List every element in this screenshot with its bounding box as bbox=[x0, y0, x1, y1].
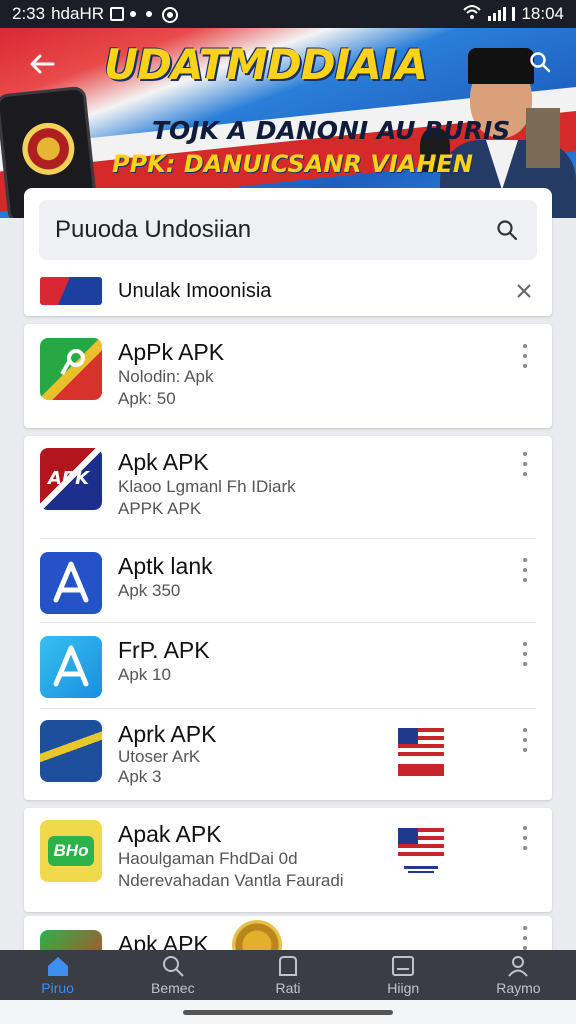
app-name: ApPk APK bbox=[118, 339, 225, 365]
divider bbox=[40, 622, 536, 623]
results-sheet: Unulak Imoonisia ApPk APK Nolodin: Apk A… bbox=[24, 188, 552, 956]
more-options-button[interactable] bbox=[520, 642, 530, 666]
nav-label: Raymo bbox=[496, 979, 541, 996]
arrow-left-icon bbox=[30, 54, 55, 74]
dot-icon bbox=[146, 7, 156, 21]
app-store-icon bbox=[40, 636, 102, 698]
app-size: Apk 10 bbox=[118, 665, 171, 684]
list-item[interactable]: Aprk APK Utoser ArK Apk 3 bbox=[24, 720, 552, 788]
status-time: 2:33 bbox=[12, 4, 46, 23]
gesture-area bbox=[0, 1000, 576, 1024]
close-icon bbox=[517, 284, 531, 298]
library-icon bbox=[279, 955, 297, 976]
app-size: Apk 3 bbox=[118, 767, 162, 786]
nav-search[interactable]: Bemec bbox=[115, 950, 230, 1000]
more-options-button[interactable] bbox=[520, 826, 530, 850]
search-suggestion[interactable]: Unulak Imoonisia bbox=[24, 268, 552, 314]
clear-suggestion-button[interactable] bbox=[512, 279, 536, 303]
search-icon bbox=[497, 220, 518, 241]
app-name: Apak APK bbox=[118, 821, 222, 847]
flag-icon bbox=[40, 277, 102, 305]
app-subtitle-2: Nderevahadan Vantla Fauradi bbox=[118, 871, 344, 890]
account-icon bbox=[508, 955, 529, 977]
more-options-button[interactable] bbox=[520, 558, 530, 582]
nav-account[interactable]: Raymo bbox=[461, 950, 576, 1000]
search-input[interactable] bbox=[55, 216, 493, 244]
nav-home[interactable]: Piruo bbox=[0, 950, 115, 1000]
app-card[interactable]: BHo Apak APK Haoulgaman FhdDai 0d Nderev… bbox=[24, 808, 552, 912]
more-options-button[interactable] bbox=[520, 452, 530, 476]
more-options-button[interactable] bbox=[520, 926, 530, 950]
search-icon bbox=[530, 52, 551, 73]
search-card: Unulak Imoonisia bbox=[24, 188, 552, 316]
list-item[interactable]: APK Apk APK Klaoo Lgmanl Fh IDiark APPK … bbox=[24, 448, 552, 520]
banner-subtitle-2: PPK: DANUICSANR VIAHEN bbox=[112, 150, 473, 178]
signal-icon bbox=[512, 7, 516, 21]
seal-emblem bbox=[19, 120, 77, 178]
search-submit[interactable] bbox=[493, 216, 521, 244]
us-flag-icon bbox=[398, 728, 444, 776]
app-subtitle: Haoulgaman FhdDai 0d bbox=[118, 849, 298, 868]
signal-icon bbox=[488, 7, 507, 21]
nav-label: Piruo bbox=[41, 979, 74, 996]
app-name: FrP. APK bbox=[118, 637, 210, 663]
app-subtitle: Klaoo Lgmanl Fh IDiark bbox=[118, 477, 296, 496]
banner-title: UDATMDDIAIA bbox=[104, 40, 428, 89]
notification-icon bbox=[110, 7, 125, 21]
search-field[interactable] bbox=[39, 200, 537, 260]
nav-label: Hiign bbox=[387, 979, 420, 996]
dot-icon bbox=[130, 7, 140, 21]
app-notification-icon bbox=[162, 7, 179, 23]
back-button[interactable] bbox=[26, 48, 58, 80]
bottom-navigation: Piruo Bemec Rati Hiign Raymo bbox=[0, 950, 576, 1000]
app-subtitle: Utoser ArK bbox=[118, 747, 201, 766]
app-logo-icon bbox=[40, 338, 102, 400]
apk-badge-label: APK bbox=[48, 468, 90, 489]
banner-subtitle: TOJK A DANONI AU RURIS bbox=[152, 116, 511, 145]
us-flag-icon bbox=[398, 828, 444, 873]
more-options-button[interactable] bbox=[520, 344, 530, 368]
app-size: Apk 350 bbox=[118, 581, 181, 600]
list-item[interactable]: BHo Apak APK Haoulgaman FhdDai 0d Nderev… bbox=[24, 820, 552, 892]
search-button[interactable] bbox=[524, 46, 556, 78]
app-name: Aprk APK bbox=[118, 721, 217, 747]
app-list-card: APK Apk APK Klaoo Lgmanl Fh IDiark APPK … bbox=[24, 436, 552, 800]
app-subtitle: Nolodin: Apk bbox=[118, 367, 214, 386]
app-card[interactable]: ApPk APK Nolodin: Apk Apk: 50 bbox=[24, 324, 552, 428]
list-item[interactable]: Aptk lank Apk 350 bbox=[24, 552, 552, 614]
status-time-right: 18:04 bbox=[521, 4, 564, 23]
nav-updates[interactable]: Hiign bbox=[346, 950, 461, 1000]
status-carrier: hdaHR bbox=[51, 4, 105, 23]
home-gesture-bar[interactable] bbox=[183, 1010, 393, 1015]
list-item[interactable]: FrP. APK Apk 10 bbox=[24, 636, 552, 698]
list-item[interactable]: ApPk APK Nolodin: Apk Apk: 50 bbox=[24, 338, 552, 410]
divider bbox=[40, 538, 536, 539]
app-name: Apk APK bbox=[118, 449, 209, 475]
nav-library[interactable]: Rati bbox=[230, 950, 345, 1000]
app-name: Aptk lank bbox=[118, 553, 213, 579]
suggestion-text: Unulak Imoonisia bbox=[118, 279, 272, 302]
nav-label: Rati bbox=[275, 979, 301, 996]
app-logo-icon: APK bbox=[40, 448, 102, 510]
app-size: Apk: 50 bbox=[118, 389, 176, 408]
wifi-icon bbox=[462, 4, 482, 25]
updates-icon bbox=[392, 955, 415, 976]
nav-label: Bemec bbox=[151, 979, 195, 996]
divider bbox=[40, 708, 536, 709]
app-logo-icon: BHo bbox=[40, 820, 102, 882]
app-size: APPK APK bbox=[118, 499, 202, 518]
search-icon bbox=[162, 955, 184, 977]
more-options-button[interactable] bbox=[520, 728, 530, 752]
app-store-icon bbox=[40, 552, 102, 614]
status-bar: 2:33 hdaHR 18:04 bbox=[0, 0, 576, 28]
building-illustration bbox=[526, 108, 560, 168]
app-logo-icon bbox=[40, 720, 102, 782]
home-icon bbox=[47, 956, 68, 976]
app-badge-label: BHo bbox=[48, 836, 94, 866]
